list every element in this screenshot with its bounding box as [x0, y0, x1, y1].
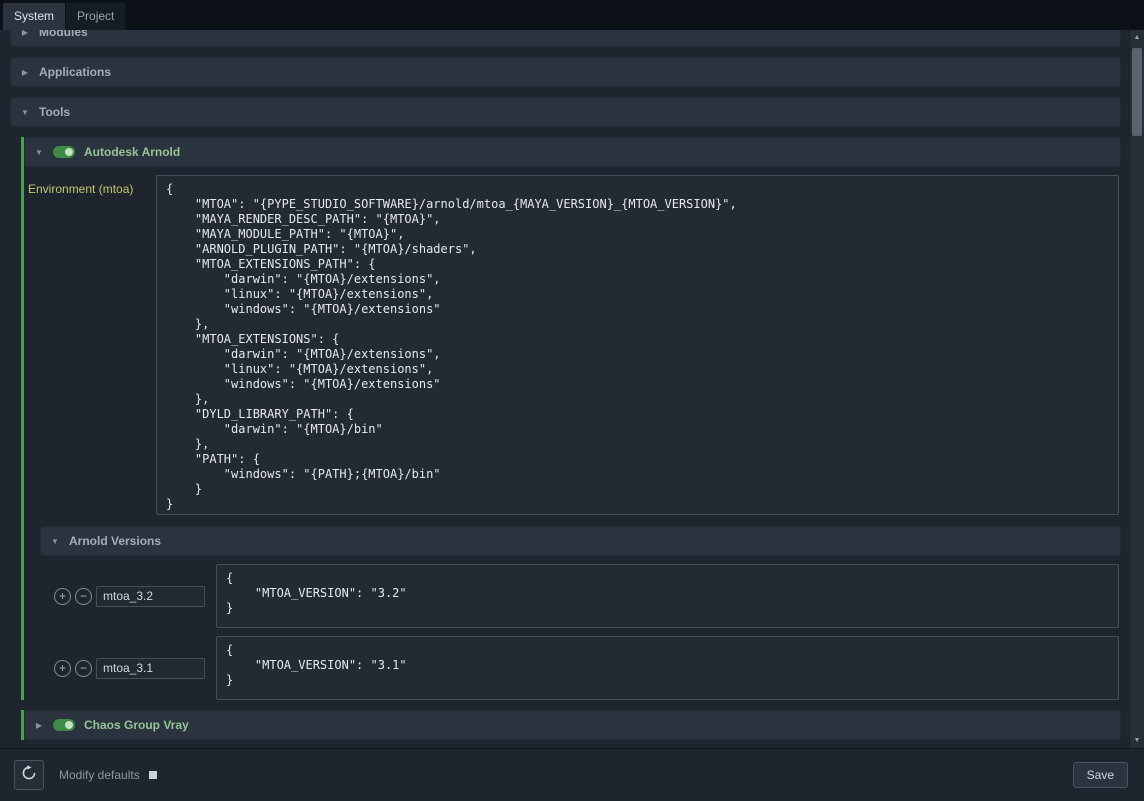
section-label: Modules	[39, 30, 88, 39]
remove-version-button[interactable]: −	[75, 660, 92, 677]
section-header-autodesk-arnold[interactable]: ▼ Autodesk Arnold	[24, 137, 1121, 167]
section-header-modules[interactable]: ▶ Modules	[10, 30, 1121, 47]
chevron-right-icon: ▶	[20, 68, 30, 77]
tab-project[interactable]: Project	[66, 3, 125, 30]
refresh-icon	[21, 765, 37, 786]
scroll-down-icon[interactable]: ▼	[1130, 733, 1144, 748]
environment-label: Environment (mtoa)	[28, 175, 156, 196]
modify-defaults-checkbox[interactable]	[149, 771, 157, 779]
section-label: Tools	[39, 105, 70, 119]
scrollbar-thumb[interactable]	[1132, 48, 1142, 136]
tool-group-arnold: ▼ Autodesk Arnold Environment (mtoa) { "…	[21, 137, 1121, 700]
add-version-button[interactable]: +	[54, 660, 71, 677]
section-header-arnold-versions[interactable]: ▼ Arnold Versions	[40, 526, 1121, 556]
remove-version-button[interactable]: −	[75, 588, 92, 605]
chevron-right-icon: ▶	[20, 30, 30, 37]
version-row-controls: + −	[54, 658, 212, 679]
scrollbar-track[interactable]	[1130, 45, 1144, 733]
version-name-input[interactable]	[96, 586, 205, 607]
settings-content: ▶ Modules ▶ Applications ▼ Tools ▼ Autod…	[0, 30, 1129, 748]
scrollbar[interactable]: ▲ ▼	[1129, 30, 1144, 748]
save-button[interactable]: Save	[1073, 762, 1128, 788]
section-label: Arnold Versions	[69, 534, 161, 548]
section-header-applications[interactable]: ▶ Applications	[10, 57, 1121, 87]
tab-bar: System Project	[0, 0, 1144, 30]
tab-system[interactable]: System	[3, 3, 65, 30]
chevron-down-icon: ▼	[34, 148, 44, 157]
arnold-version-row: + − { "MTOA_VERSION": "3.2" }	[54, 564, 1119, 628]
version-env-textarea[interactable]: { "MTOA_VERSION": "3.2" }	[216, 564, 1119, 628]
arnold-version-row: + − { "MTOA_VERSION": "3.1" }	[54, 636, 1119, 700]
section-header-tools[interactable]: ▼ Tools	[10, 97, 1121, 127]
modify-defaults-label: Modify defaults	[59, 768, 140, 782]
environment-textarea[interactable]: { "MTOA": "{PYPE_STUDIO_SOFTWARE}/arnold…	[156, 175, 1119, 515]
settings-body: ▶ Modules ▶ Applications ▼ Tools ▼ Autod…	[0, 30, 1144, 748]
enabled-toggle[interactable]	[53, 146, 75, 158]
scroll-up-icon[interactable]: ▲	[1130, 30, 1144, 45]
tool-group-vray: ▶ Chaos Group Vray	[21, 710, 1121, 740]
version-name-input[interactable]	[96, 658, 205, 679]
chevron-down-icon: ▼	[50, 537, 60, 546]
version-row-controls: + −	[54, 586, 212, 607]
footer-bar: Modify defaults Save	[0, 748, 1144, 801]
section-label: Applications	[39, 65, 111, 79]
enabled-toggle[interactable]	[53, 719, 75, 731]
settings-window: System Project ▶ Modules ▶ Applications …	[0, 0, 1144, 801]
tool-label: Chaos Group Vray	[84, 718, 189, 732]
add-version-button[interactable]: +	[54, 588, 71, 605]
chevron-right-icon: ▶	[34, 721, 44, 730]
tool-label: Autodesk Arnold	[84, 145, 180, 159]
chevron-down-icon: ▼	[20, 108, 30, 117]
environment-row: Environment (mtoa) { "MTOA": "{PYPE_STUD…	[28, 175, 1121, 515]
refresh-button[interactable]	[14, 760, 44, 790]
section-header-chaos-group-vray[interactable]: ▶ Chaos Group Vray	[24, 710, 1121, 740]
version-env-textarea[interactable]: { "MTOA_VERSION": "3.1" }	[216, 636, 1119, 700]
